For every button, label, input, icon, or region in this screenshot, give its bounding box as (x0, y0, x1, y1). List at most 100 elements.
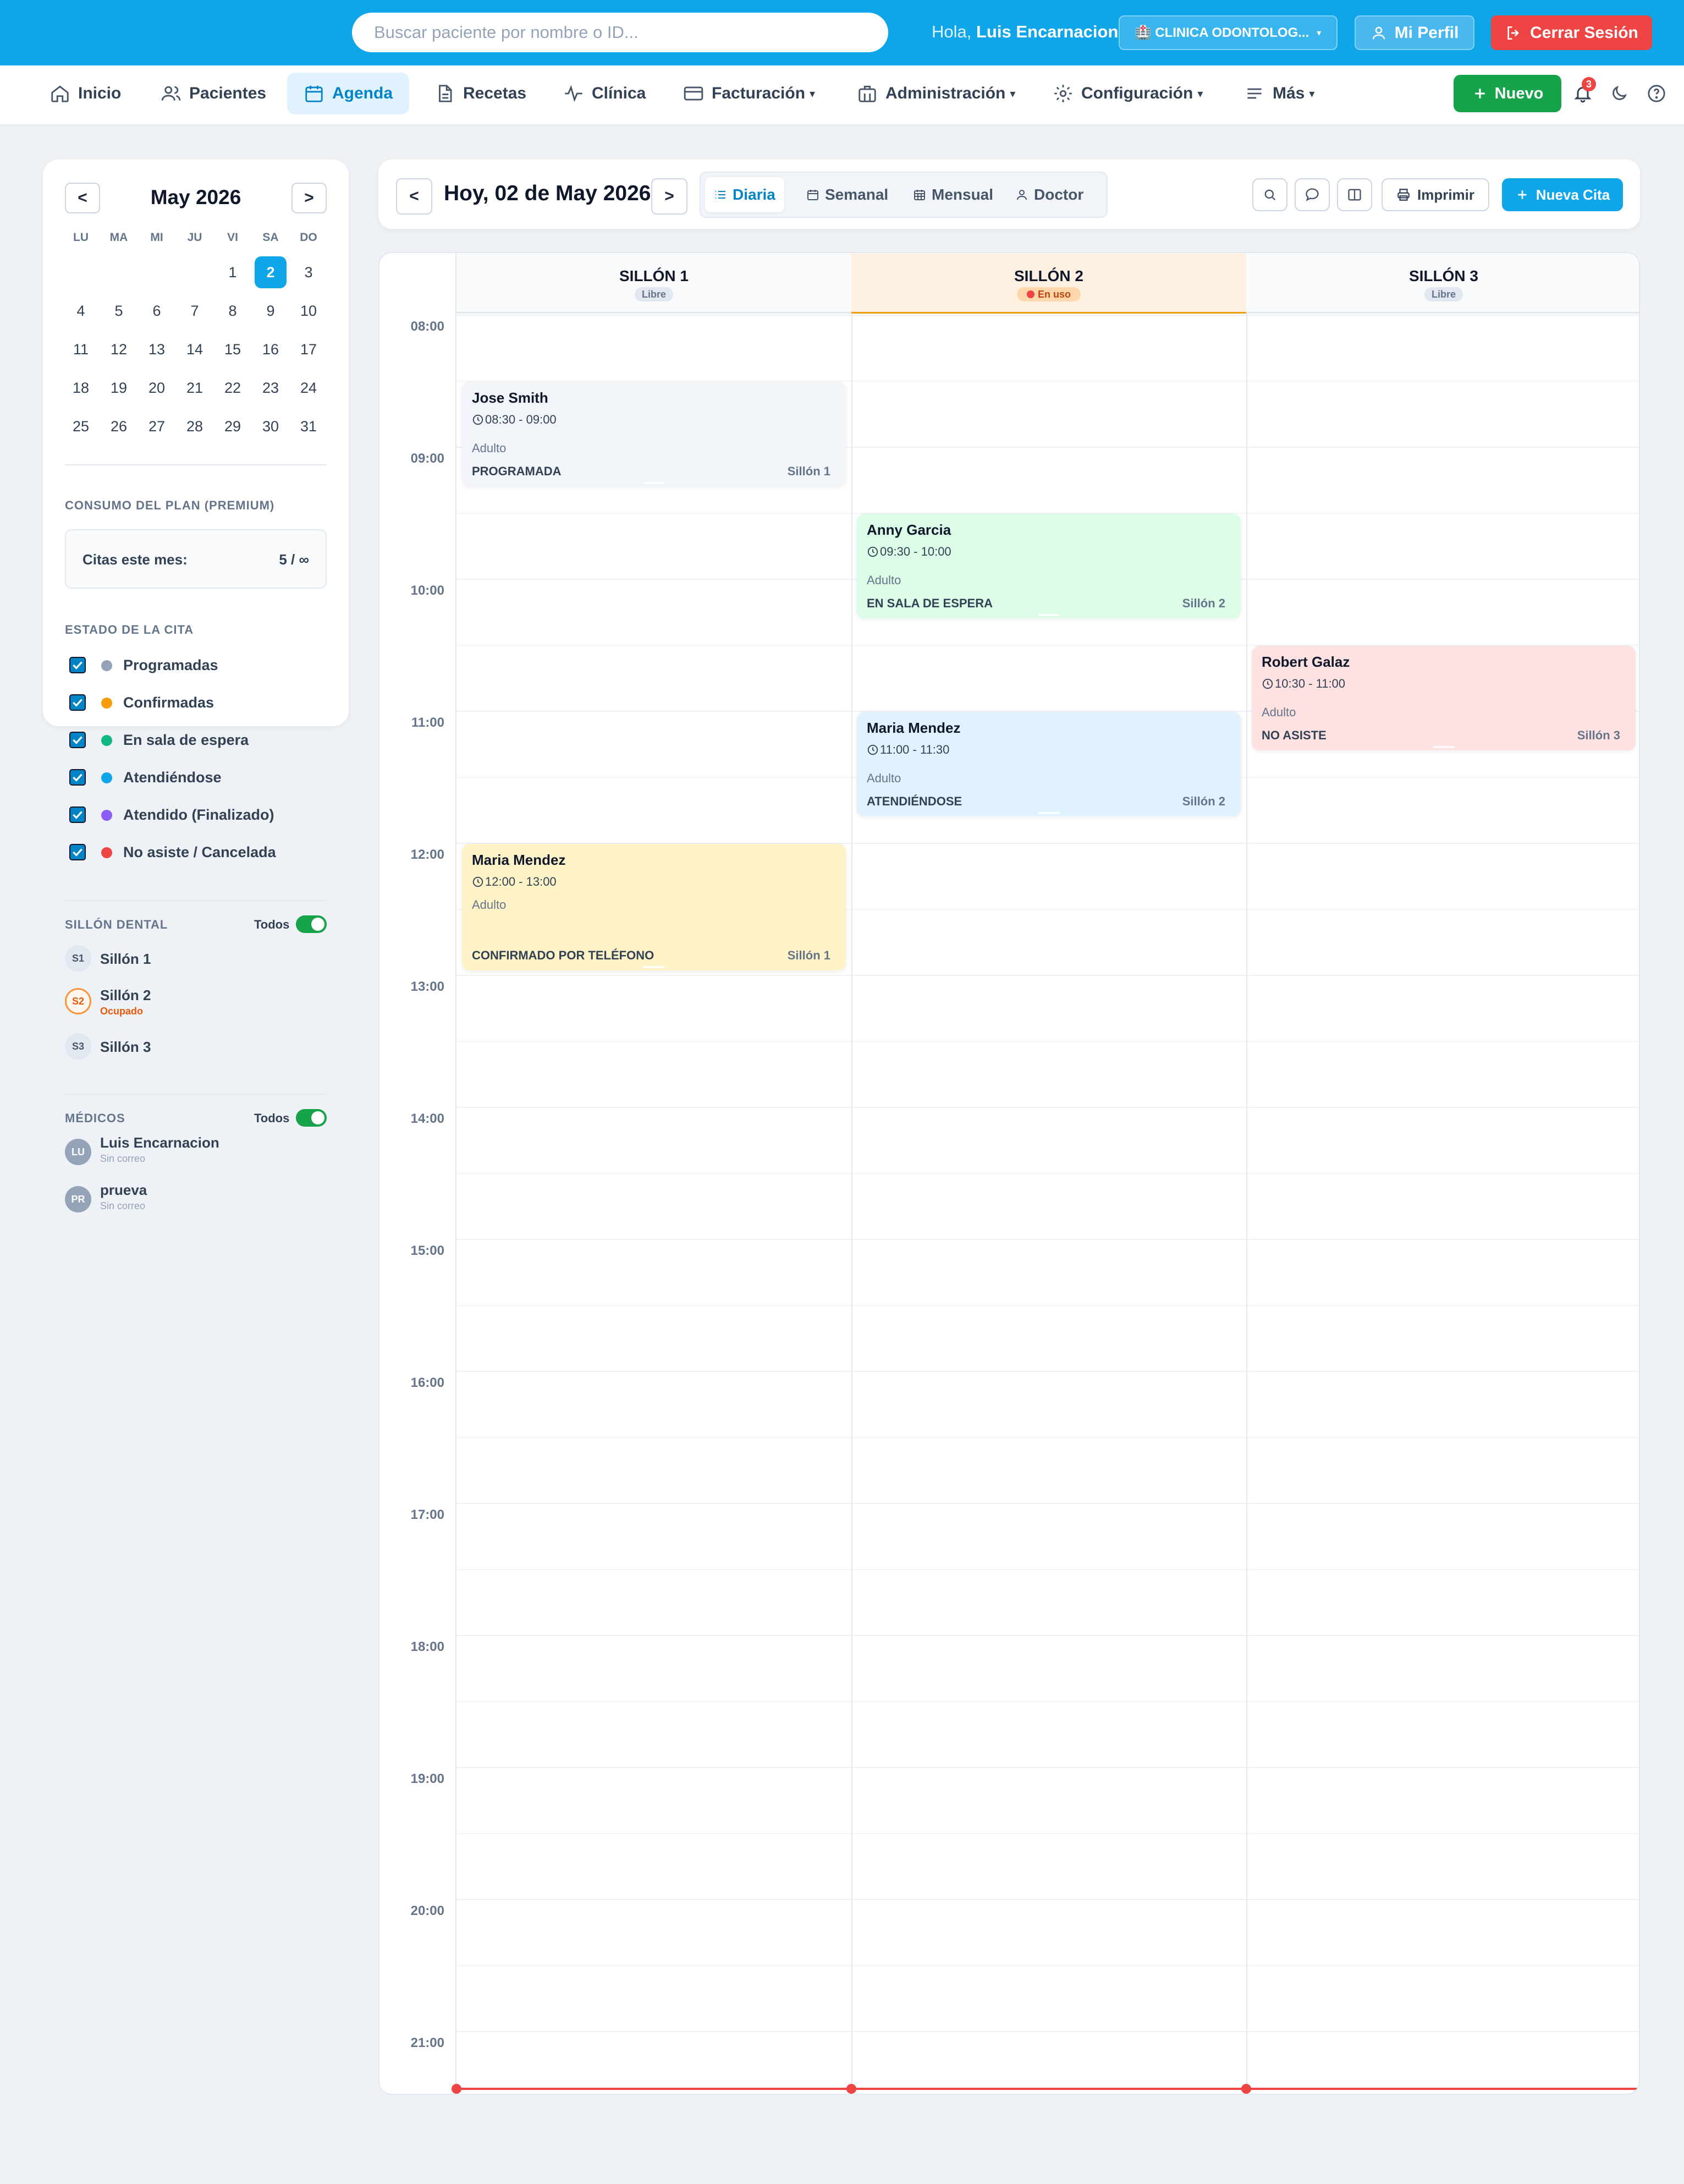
calendar-day[interactable]: 8 (217, 295, 249, 327)
dark-mode-toggle[interactable] (1606, 80, 1632, 107)
calendar-day[interactable]: 27 (141, 410, 173, 442)
chat-button[interactable] (1295, 178, 1330, 211)
resize-handle[interactable] (1038, 812, 1060, 814)
status-label: Atendiéndose (123, 769, 222, 786)
appointment-chair: Sillón 1 (787, 464, 830, 478)
chair-label[interactable]: Sillón 2 (100, 987, 151, 1004)
calendar-day[interactable]: 28 (179, 410, 211, 442)
calendar-day[interactable]: 3 (293, 256, 324, 288)
view-label: Doctor (1034, 186, 1084, 203)
calendar-day[interactable]: 1 (217, 256, 249, 288)
new-appointment-button[interactable]: Nueva Cita (1502, 178, 1623, 211)
status-checkbox[interactable] (69, 844, 86, 860)
doctors-all-label: Todos (254, 1111, 290, 1125)
status-checkbox[interactable] (69, 732, 86, 748)
nav-item-recetas[interactable]: Recetas (428, 73, 533, 114)
calendar-day[interactable]: 15 (217, 333, 249, 365)
resize-handle[interactable] (1038, 614, 1060, 616)
appointment-card[interactable]: Robert Galaz 10:30 - 11:00 Adulto NO ASISTE… (1252, 646, 1636, 750)
resize-handle[interactable] (1433, 746, 1455, 748)
appointment-time: 11:00 - 11:30 (867, 743, 949, 757)
chair-label[interactable]: Sillón 1 (100, 951, 151, 968)
nav-item-configuracion[interactable]: Configuración ▾ (1046, 73, 1209, 114)
calendar-day-selected[interactable]: 2 (255, 256, 287, 288)
status-checkbox[interactable] (69, 657, 86, 673)
calendar-day[interactable]: 12 (103, 333, 135, 365)
calendar-day[interactable]: 19 (103, 372, 135, 404)
column-divider (1246, 253, 1247, 2094)
nav-item-clinica[interactable]: Clínica (557, 73, 652, 114)
calendar-day[interactable]: 16 (255, 333, 287, 365)
appointment-card[interactable]: Maria Mendez 11:00 - 11:30 Adulto ATENDIÉND… (857, 712, 1241, 816)
next-month-button[interactable]: > (291, 183, 327, 213)
calendar-day[interactable]: 4 (65, 295, 97, 327)
calendar-day[interactable]: 23 (255, 372, 287, 404)
calendar-day[interactable]: 9 (255, 295, 287, 327)
view-monthly-button[interactable]: Mensual (904, 177, 1002, 212)
nav-item-inicio[interactable]: Inicio (43, 73, 128, 114)
next-day-button[interactable]: > (651, 178, 687, 215)
chairs-all-toggle[interactable] (296, 915, 327, 933)
resize-handle[interactable] (643, 482, 665, 484)
appointment-card[interactable]: Jose Smith 08:30 - 09:00 Adulto PROGRAMADA S… (462, 382, 846, 486)
view-switcher: Diaria Semanal Mensual Doctor (700, 172, 1108, 218)
doctor-name[interactable]: prueva (100, 1182, 147, 1199)
calendar-day[interactable]: 17 (293, 333, 324, 365)
calendar-day[interactable]: 5 (103, 295, 135, 327)
appointment-card[interactable]: Anny Garcia 09:30 - 10:00 Adulto EN SALA DE… (857, 514, 1241, 618)
calendar-day[interactable]: 13 (141, 333, 173, 365)
new-button[interactable]: Nuevo (1454, 75, 1561, 112)
divider (65, 900, 327, 901)
plan-usage-value: 5 / ∞ (279, 551, 309, 568)
nav-item-administracion[interactable]: Administración ▾ (850, 73, 1022, 114)
clinic-selector[interactable]: 🏥 CLINICA ODONTOLOG... ▾ (1119, 15, 1338, 50)
profile-button[interactable]: Mi Perfil (1355, 15, 1474, 50)
calendar-day[interactable]: 18 (65, 372, 97, 404)
calendar-day[interactable]: 14 (179, 333, 211, 365)
current-time-dot (1241, 2084, 1251, 2094)
nav-item-pacientes[interactable]: Pacientes (154, 73, 273, 114)
time-range: 12:00 - 13:00 (485, 875, 557, 888)
columns-button[interactable] (1337, 178, 1372, 211)
print-button[interactable]: Imprimir (1382, 178, 1489, 211)
calendar-day[interactable]: 30 (255, 410, 287, 442)
status-checkbox[interactable] (69, 694, 86, 711)
doctor-name[interactable]: Luis Encarnacion (100, 1134, 219, 1151)
chair-status-text: Libre (1431, 288, 1456, 300)
patient-search-input[interactable] (352, 13, 888, 52)
calendar-day[interactable]: 31 (293, 410, 324, 442)
view-weekly-button[interactable]: Semanal (797, 177, 897, 212)
resize-handle[interactable] (643, 966, 665, 968)
calendar-day[interactable]: 29 (217, 410, 249, 442)
view-doctor-button[interactable]: Doctor (1006, 177, 1092, 212)
calendar-icon (806, 188, 819, 201)
calendar-day[interactable]: 11 (65, 333, 97, 365)
chair-label[interactable]: Sillón 3 (100, 1039, 151, 1056)
chair-column-title: SILLÓN 1 (619, 267, 689, 284)
calendar-day[interactable]: 7 (179, 295, 211, 327)
logout-button[interactable]: Cerrar Sesión (1491, 15, 1652, 50)
time-slot-line (456, 1371, 1639, 1372)
nav-item-facturacion[interactable]: Facturación ▾ (676, 73, 822, 114)
appointment-card[interactable]: Maria Mendez 12:00 - 13:00 Adulto CONFIRMAD… (462, 844, 846, 970)
view-daily-button[interactable]: Diaria (705, 177, 784, 212)
list-icon (714, 188, 727, 201)
calendar-day[interactable]: 20 (141, 372, 173, 404)
help-button[interactable] (1643, 80, 1670, 107)
calendar-day[interactable]: 26 (103, 410, 135, 442)
calendar-day[interactable]: 21 (179, 372, 211, 404)
search-button[interactable] (1252, 178, 1287, 211)
calendar-day[interactable]: 25 (65, 410, 97, 442)
calendar-day[interactable]: 24 (293, 372, 324, 404)
doctors-all-toggle[interactable] (296, 1109, 327, 1127)
prev-day-button[interactable]: < (396, 178, 432, 215)
nav-item-agenda[interactable]: Agenda (287, 73, 409, 114)
calendar-day[interactable]: 6 (141, 295, 173, 327)
time-range: 09:30 - 10:00 (880, 545, 951, 558)
calendar-day[interactable]: 10 (293, 295, 324, 327)
nav-item-mas[interactable]: Más ▾ (1237, 73, 1321, 114)
calendar-day[interactable]: 22 (217, 372, 249, 404)
prev-month-button[interactable]: < (65, 183, 100, 213)
status-checkbox[interactable] (69, 806, 86, 823)
status-checkbox[interactable] (69, 769, 86, 786)
